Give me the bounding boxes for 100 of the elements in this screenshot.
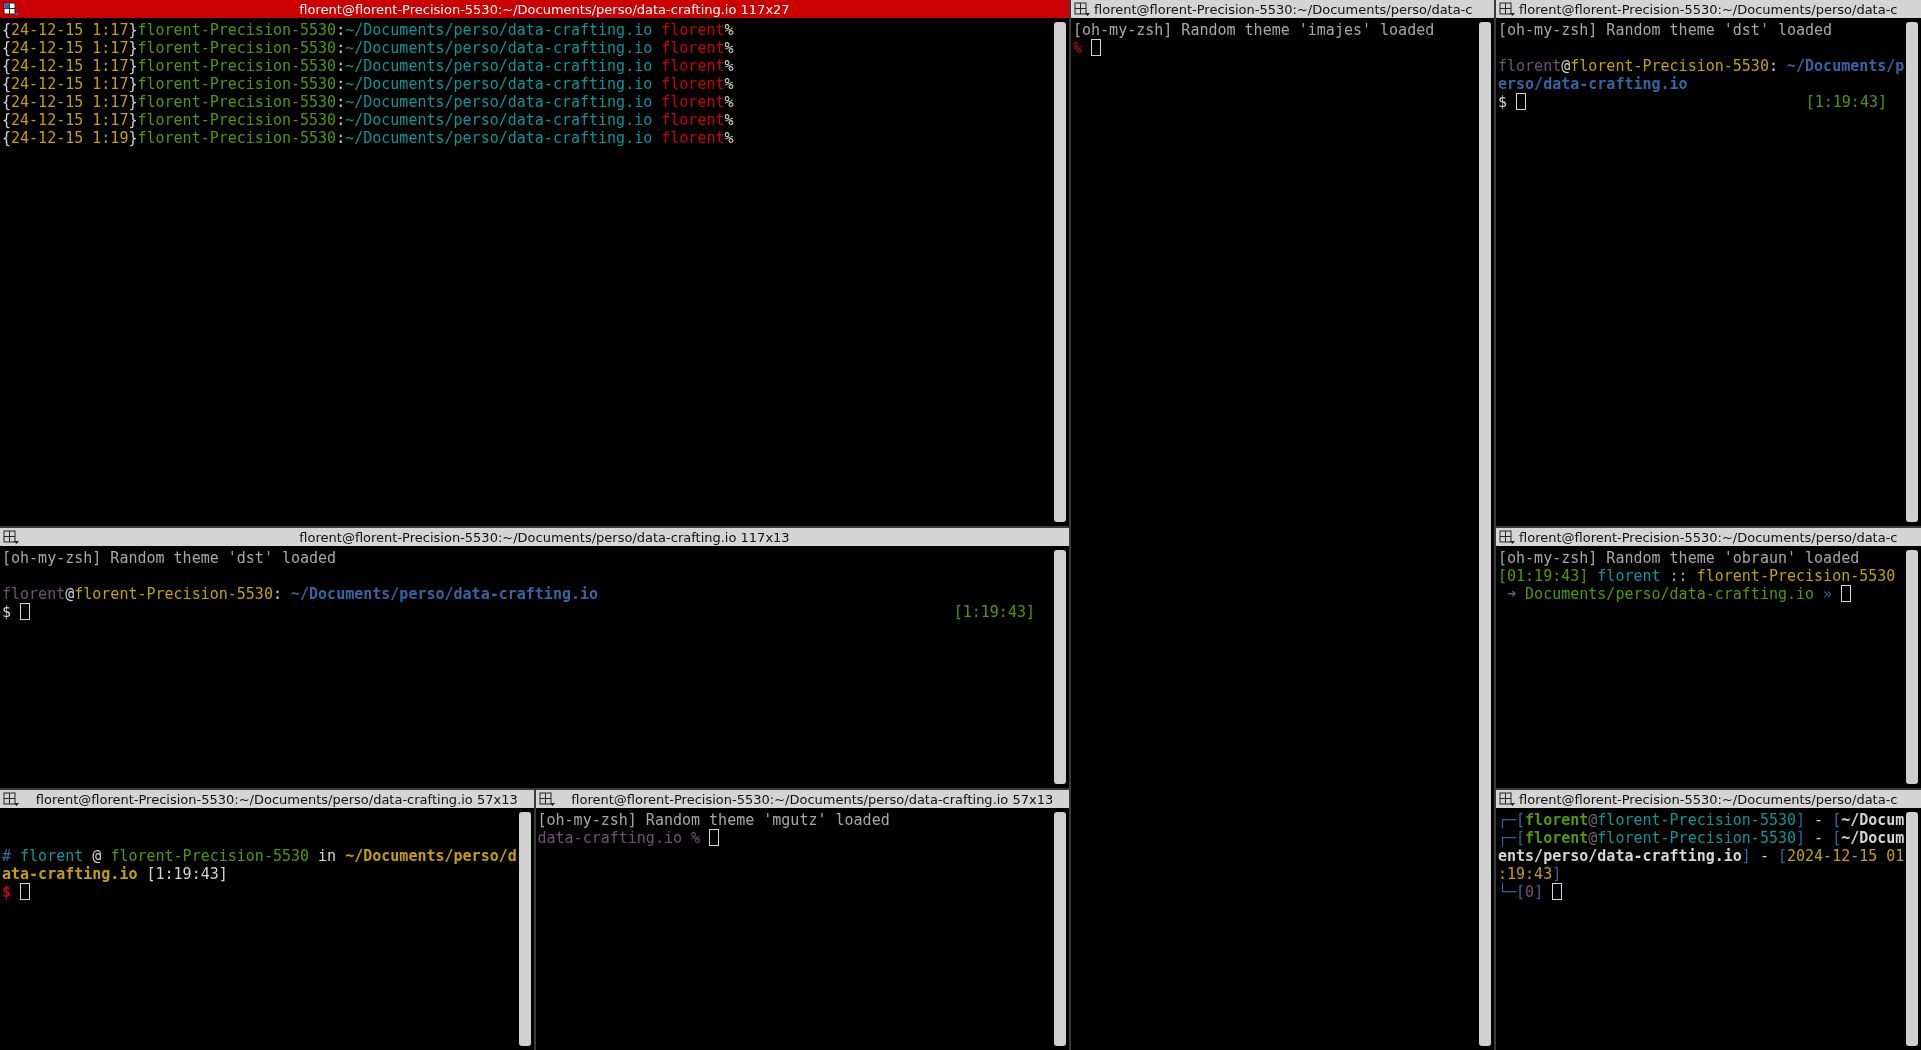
- terminal-text: {: [2, 111, 12, 129]
- terminal-text: #: [2, 847, 13, 865]
- scrollbar[interactable]: [1479, 22, 1491, 1046]
- terminal-text: ~/Documents/perso/data-crafting.io: [345, 39, 654, 57]
- grid-menu-icon[interactable]: [1499, 2, 1515, 16]
- terminal-text: ~/Documents/perso/data-crafting.io: [345, 111, 654, 129]
- terminal-text: ~/Docum: [1841, 829, 1905, 847]
- terminal-text: florent: [1498, 57, 1562, 75]
- terminal-text: :: [336, 129, 346, 147]
- terminal-text: -: [1813, 811, 1825, 829]
- terminal-text: [01:19:43]: [1498, 567, 1590, 585]
- terminal-text: ata-crafting.io: [2, 865, 138, 883]
- grid-menu-icon[interactable]: [3, 2, 19, 16]
- terminal-text: florent-Precision-5530: [137, 21, 337, 39]
- terminal-text: %: [724, 75, 734, 93]
- terminal-text: @: [1588, 811, 1598, 829]
- cursor: [20, 883, 31, 900]
- terminal-text: %: [724, 39, 734, 57]
- terminal-text: ]: [1534, 883, 1545, 901]
- terminal-text: {: [2, 39, 12, 57]
- terminal-text: 2024-12-15 01: [1787, 847, 1905, 865]
- scrollbar[interactable]: [1906, 550, 1918, 784]
- terminal-title: florent@florent-Precision-5530:~/Documents/perso/data-c: [1094, 1, 1473, 17]
- cursor: [1091, 39, 1102, 56]
- terminal-text: ]: [1552, 865, 1562, 883]
- terminal-text: ~/Documents/perso/data-crafting.io: [345, 75, 654, 93]
- terminal-title: florent@florent-Precision-5530:~/Documents/perso/data-crafting.io 117x13: [298, 529, 791, 545]
- terminal-text: florent: [661, 129, 725, 147]
- grid-menu-icon[interactable]: [1499, 792, 1515, 806]
- terminal-text: florent: [661, 39, 725, 57]
- terminal-text: florent-Precision-5530: [137, 111, 337, 129]
- terminal-text: ~/Documents/perso/data-crafting.io: [345, 129, 654, 147]
- terminal-text: :: [336, 93, 346, 111]
- terminal-text: florent: [661, 21, 725, 39]
- scrollbar[interactable]: [1906, 812, 1918, 1046]
- scrollbar[interactable]: [518, 812, 531, 1046]
- terminal-title: florent@florent-Precision-5530:~/Documents/perso/data-c: [1519, 529, 1898, 545]
- grid-menu-icon[interactable]: [538, 792, 555, 806]
- terminal-text: @: [65, 585, 75, 603]
- terminal-text: :: [272, 585, 283, 603]
- terminal-text: 24-12-15 1:17: [11, 93, 129, 111]
- grid-menu-icon[interactable]: [3, 792, 19, 806]
- cursor: [1516, 93, 1527, 110]
- terminal-text: [: [1832, 829, 1842, 847]
- terminal-text: ~/Documents/perso/data-crafting.io: [345, 93, 654, 111]
- terminal-text: {: [2, 93, 12, 111]
- cursor: [20, 603, 31, 620]
- terminal-text: %: [1073, 39, 1084, 57]
- terminal-text: ents/perso/data-crafting.io: [1498, 847, 1742, 865]
- terminal-text: :: [336, 111, 346, 129]
- terminal-text: florent-Precision-5530: [1696, 567, 1896, 585]
- terminal-text: [oh-my-zsh] Random theme 'mgutz' loaded: [537, 811, 890, 829]
- terminal-text: └─[: [1498, 883, 1526, 901]
- terminal-text: %: [724, 129, 734, 147]
- terminal-text: florent: [661, 57, 725, 75]
- terminal-text: [oh-my-zsh] Random theme 'dst' loaded: [2, 549, 337, 567]
- terminal-text: 0: [1525, 883, 1535, 901]
- grid-menu-icon[interactable]: [1499, 530, 1515, 544]
- terminal-text: ~/Documents/perso/data-crafting.io: [345, 57, 654, 75]
- terminal-text: $: [1498, 93, 1509, 111]
- terminal-text: -: [1813, 829, 1825, 847]
- terminal-title: florent@florent-Precision-5530:~/Documents/perso/data-crafting.io 57x13: [34, 791, 519, 807]
- terminal-text: ~/Documents/perso/data-crafting.io: [345, 21, 654, 39]
- scrollbar[interactable]: [1054, 550, 1066, 784]
- cursor: [1841, 585, 1852, 602]
- terminal-text: Documents/perso/data-crafting.io: [1525, 585, 1815, 603]
- terminal-text: :: [336, 39, 346, 57]
- terminal-text: @: [1561, 57, 1571, 75]
- terminal-text: }: [128, 93, 138, 111]
- scrollbar[interactable]: [1054, 812, 1066, 1046]
- terminal-text: florent: [1525, 811, 1589, 829]
- terminal-text: 24-12-15 1:19: [11, 129, 129, 147]
- terminal-text: :: [336, 75, 346, 93]
- scrollbar[interactable]: [1054, 22, 1066, 522]
- terminal-text: }: [128, 75, 138, 93]
- terminal-text: @: [1588, 829, 1598, 847]
- terminal-text: $: [2, 603, 13, 621]
- terminal-text: florent-Precision-5530: [137, 129, 337, 147]
- terminal-text: florent: [2, 585, 66, 603]
- terminal-text: ~/Documents/perso/data-crafting.io: [291, 585, 599, 603]
- terminal-text: 24-12-15 1:17: [11, 39, 129, 57]
- terminal-text: {: [2, 21, 12, 39]
- terminal-text: florent-Precision-5530: [137, 57, 337, 75]
- grid-menu-icon[interactable]: [1074, 2, 1090, 16]
- terminal-text: {: [2, 75, 12, 93]
- terminal-text: [oh-my-zsh] Random theme 'imajes' loaded: [1073, 21, 1435, 39]
- terminal-text: %: [724, 93, 734, 111]
- terminal-text: ┌─[: [1498, 829, 1526, 847]
- terminal-text: :: [1768, 57, 1779, 75]
- terminal-text: }: [128, 39, 138, 57]
- terminal-text: ]: [1796, 811, 1806, 829]
- terminal-text: [: [1832, 811, 1842, 829]
- scrollbar[interactable]: [1906, 22, 1918, 522]
- terminal-text: florent-Precision-5530: [137, 93, 337, 111]
- terminal-text: florent: [1597, 567, 1661, 585]
- terminal-text: }: [128, 129, 138, 147]
- terminal-text: [: [1777, 847, 1787, 865]
- terminal-text: 24-12-15 1:17: [11, 57, 129, 75]
- grid-menu-icon[interactable]: [3, 530, 19, 544]
- terminal-text: florent: [661, 111, 725, 129]
